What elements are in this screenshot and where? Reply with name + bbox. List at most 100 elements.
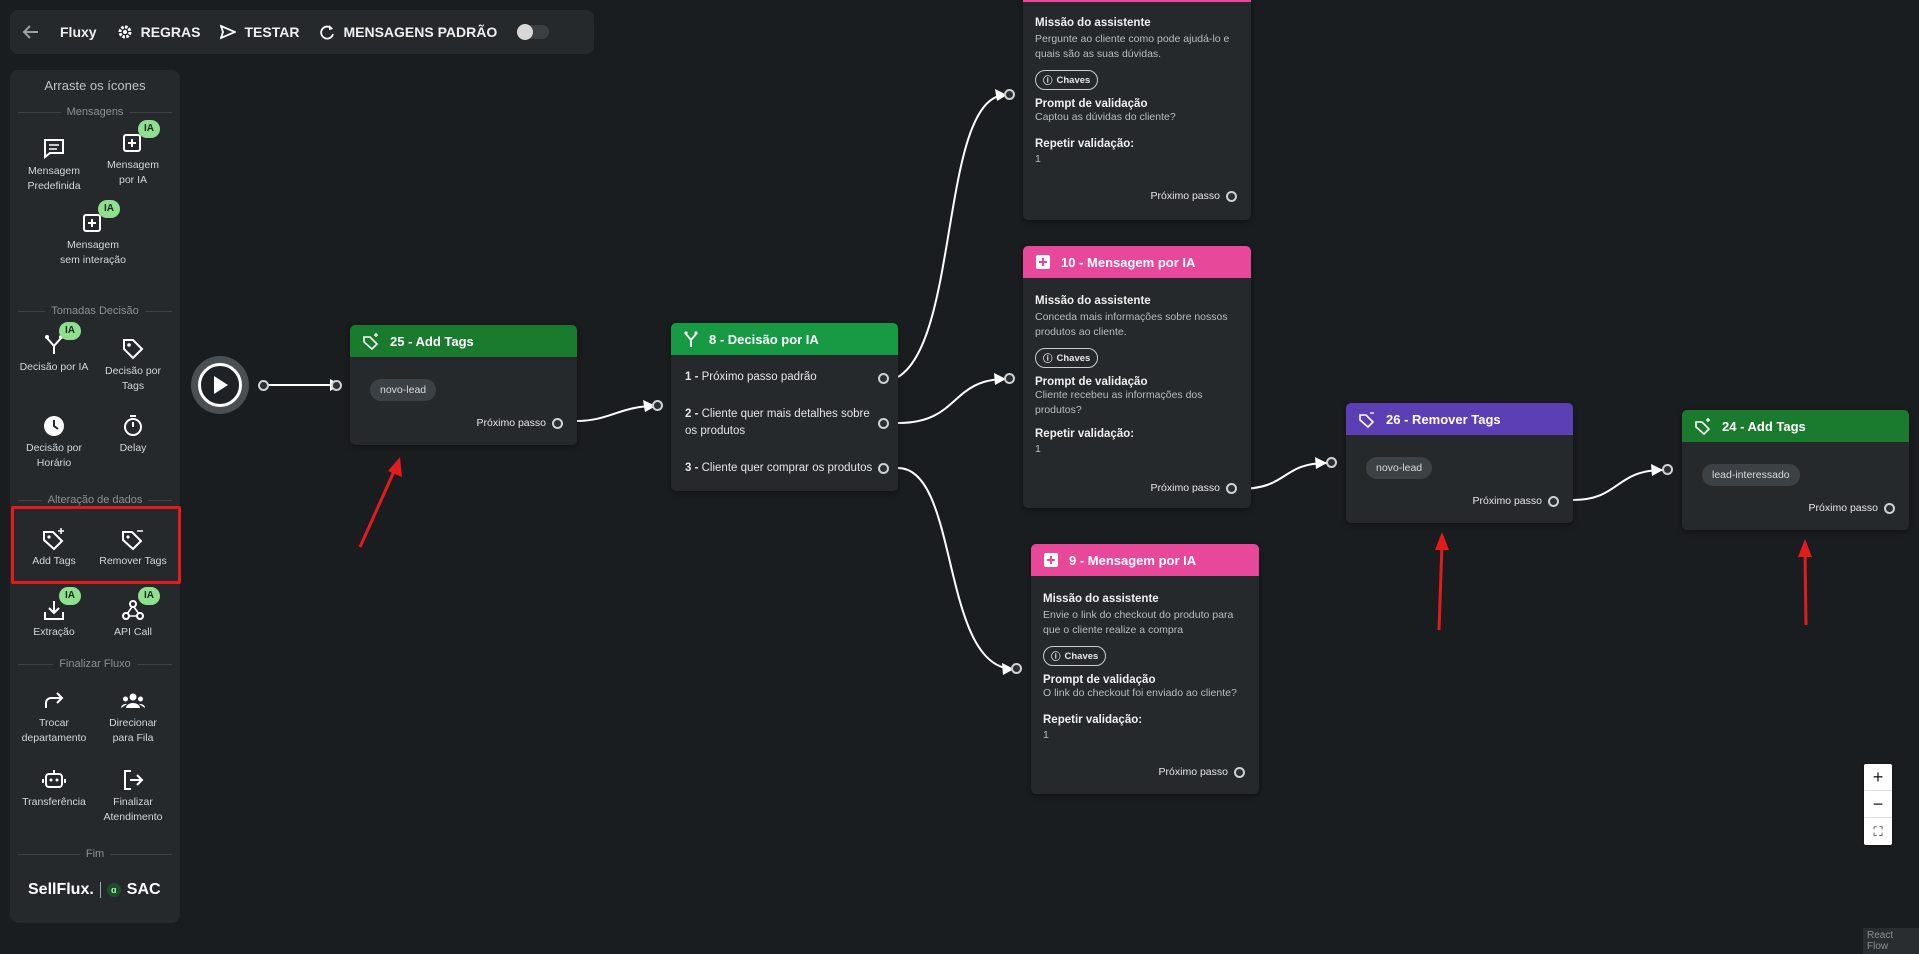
tool-extraction[interactable]: IA Extração — [19, 587, 89, 640]
option-2-handle[interactable] — [878, 418, 889, 429]
next-step-handle[interactable] — [552, 417, 563, 429]
flow-canvas[interactable]: Fluxy REGRAS TESTAR MENSAGENS PADRÃO Arr… — [0, 0, 1919, 954]
tool-label: Decisão por IA — [19, 361, 89, 373]
refresh-icon — [319, 24, 335, 40]
tool-queue[interactable]: Direcionar para Fila — [98, 688, 168, 745]
tool-label: Mensagem Predefinida — [27, 165, 81, 192]
tag-minus-icon — [1359, 412, 1375, 428]
tool-switch-department[interactable]: Trocar departamento — [19, 688, 89, 745]
option-3-handle[interactable] — [878, 463, 889, 474]
tool-label: Direcionar para Fila — [109, 717, 157, 744]
tool-label: Extração — [33, 626, 75, 638]
tool-no-interaction-message[interactable]: IA Mensagem sem interação — [58, 200, 128, 267]
next-step-handle[interactable] — [1226, 190, 1237, 202]
zoom-out-button[interactable]: − — [1864, 791, 1892, 818]
section-messages: Mensagens — [18, 106, 172, 118]
back-button[interactable] — [22, 23, 40, 41]
prompt-label: Prompt de validação — [1043, 674, 1156, 686]
node-8-ai-decision[interactable]: 8 - Decisão por IA 1 - Próximo passo pad… — [671, 323, 898, 491]
next-step-handle[interactable] — [1884, 502, 1895, 514]
node-title: 26 - Remover Tags — [1386, 411, 1501, 427]
tag-plus-icon — [363, 333, 379, 350]
next-step: Próximo passo — [1473, 495, 1559, 507]
zoom-controls: + − ⛶ — [1864, 764, 1892, 845]
node-ai-message-top[interactable]: Missão do assistente Pergunte ao cliente… — [1023, 0, 1251, 220]
tag-icon — [120, 336, 146, 362]
react-flow-attribution[interactable]: React Flow — [1863, 928, 1919, 954]
start-node[interactable] — [191, 356, 249, 414]
tag-chip: lead-interessado — [1702, 464, 1800, 486]
node-8-target-handle[interactable] — [652, 400, 663, 411]
node-25-add-tags[interactable]: 25 - Add Tags novo-lead Próximo passo — [350, 325, 577, 445]
tool-label: Delay — [119, 442, 147, 454]
mission-label: Missão do assistente — [1035, 295, 1151, 307]
node-title: 25 - Add Tags — [390, 333, 474, 349]
mission-label: Missão do assistente — [1035, 17, 1151, 29]
prompt-label: Prompt de validação — [1035, 98, 1148, 110]
node-9-target-handle[interactable] — [1011, 663, 1022, 674]
keys-button[interactable]: ⓘ Chaves — [1035, 70, 1099, 90]
info-icon: ⓘ — [1043, 76, 1053, 87]
tool-time-decision[interactable]: Decisão por Horário — [19, 413, 89, 470]
start-source-handle[interactable] — [258, 380, 269, 391]
node-top-target-handle[interactable] — [1004, 89, 1015, 100]
send-icon — [220, 24, 237, 40]
node-10-target-handle[interactable] — [1004, 373, 1015, 384]
tool-delay[interactable]: Delay — [98, 413, 168, 456]
message-plus-icon: IA — [80, 200, 120, 236]
next-step: Próximo passo — [477, 417, 563, 429]
tool-label: Decisão por Horário — [25, 442, 83, 469]
option-1-handle[interactable] — [878, 373, 889, 384]
next-step-handle[interactable] — [1226, 482, 1237, 494]
group-icon — [120, 688, 146, 714]
keys-button[interactable]: ⓘ Chaves — [1043, 646, 1107, 666]
flow-title: Fluxy — [60, 24, 97, 40]
flow-toggle[interactable] — [517, 24, 550, 40]
zoom-in-button[interactable]: + — [1864, 764, 1892, 791]
mission-text: Conceda mais informações sobre nossos pr… — [1035, 311, 1228, 338]
node-10-ai-message[interactable]: 10 - Mensagem por IA Missão do assistent… — [1023, 246, 1251, 508]
brand-separator — [99, 882, 101, 898]
fit-view-button[interactable]: ⛶ — [1864, 818, 1892, 845]
tool-transfer[interactable]: Transferência — [19, 767, 89, 810]
ia-badge: IA — [59, 322, 81, 340]
brand-logos: SellFlux. ɑ SAC — [28, 881, 161, 899]
download-icon: IA — [41, 587, 81, 623]
info-icon: ⓘ — [1043, 354, 1053, 365]
tool-ai-message[interactable]: IA Mensagem por IA — [98, 120, 168, 187]
edge-8-to-top — [897, 94, 1007, 378]
tool-label: Decisão por Tags — [104, 365, 162, 392]
edge-10-to-26 — [1237, 462, 1328, 490]
keys-button[interactable]: ⓘ Chaves — [1035, 348, 1099, 368]
message-icon — [41, 136, 67, 162]
rules-button[interactable]: REGRAS — [117, 24, 200, 40]
next-step: Próximo passo — [1151, 190, 1237, 202]
robot-icon — [41, 767, 67, 793]
ai-message-icon — [1044, 553, 1058, 567]
node-24-add-tags[interactable]: 24 - Add Tags lead-interessado Próximo p… — [1682, 410, 1909, 530]
next-step-handle[interactable] — [1234, 766, 1245, 778]
default-messages-label: MENSAGENS PADRÃO — [343, 24, 498, 40]
sac-logo-icon: ɑ — [106, 883, 121, 897]
node-26-target-handle[interactable] — [1326, 457, 1337, 468]
tools-sidebar: Arraste os ícones Mensagens Mensagem Pre… — [10, 70, 180, 923]
tool-label: API Call — [114, 626, 152, 638]
node-24-target-handle[interactable] — [1662, 464, 1673, 475]
tool-predefined-message[interactable]: Mensagem Predefinida — [19, 136, 89, 193]
fork-icon — [684, 331, 698, 347]
annotation-arrow — [1798, 539, 1812, 626]
next-step-handle[interactable] — [1548, 495, 1559, 507]
tool-api-call[interactable]: IA API Call — [98, 587, 168, 640]
mission-text: Pergunte ao cliente como pode ajudá-lo e… — [1035, 33, 1230, 60]
annotation-arrow — [1435, 532, 1449, 631]
test-button[interactable]: TESTAR — [220, 24, 299, 40]
default-messages-button[interactable]: MENSAGENS PADRÃO — [319, 24, 497, 40]
tag-chip: novo-lead — [370, 379, 437, 401]
node-25-target-handle[interactable] — [331, 380, 342, 391]
tool-tag-decision[interactable]: Decisão por Tags — [98, 336, 168, 393]
tool-ai-decision[interactable]: IA Decisão por IA — [19, 322, 89, 375]
sac-logo: SAC — [126, 881, 161, 898]
node-26-remove-tags[interactable]: 26 - Remover Tags novo-lead Próximo pass… — [1346, 403, 1573, 523]
tool-finish-service[interactable]: Finalizar Atendimento — [98, 767, 168, 824]
node-9-ai-message[interactable]: 9 - Mensagem por IA Missão do assistente… — [1031, 544, 1259, 794]
